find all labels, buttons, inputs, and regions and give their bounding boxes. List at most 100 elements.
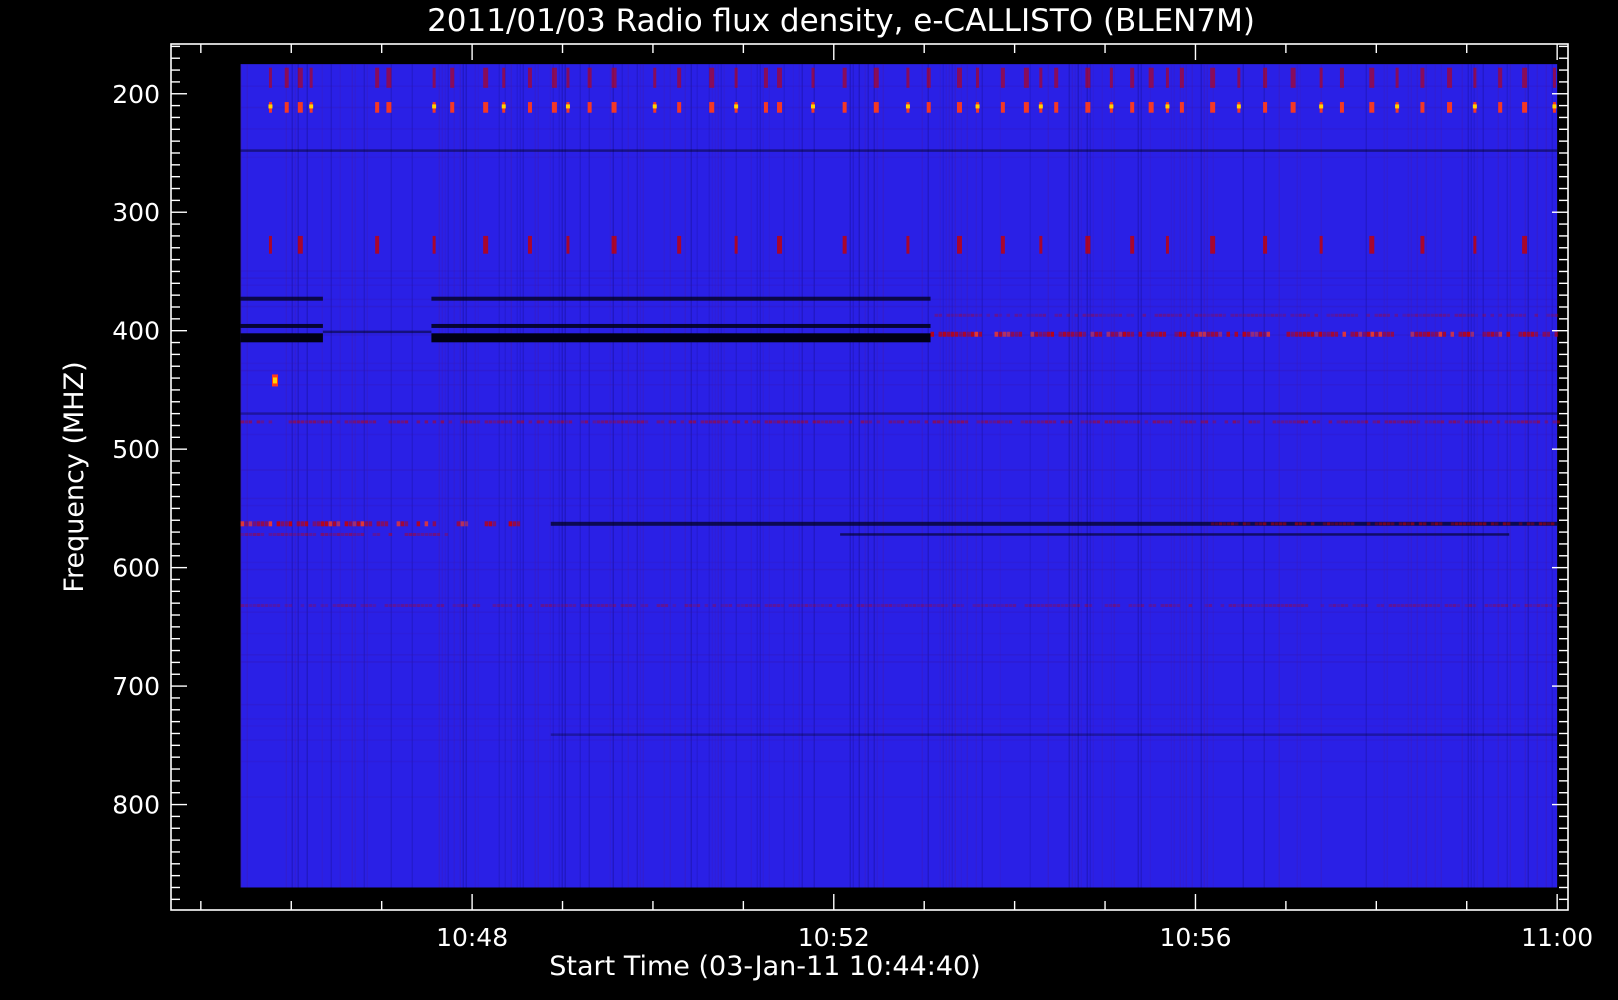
emission-segment: [1292, 420, 1297, 424]
emission-segment: [1014, 331, 1019, 337]
emission-segment: [328, 420, 333, 424]
emission-segment: [1316, 420, 1321, 424]
emission-segment: [396, 420, 401, 424]
y-tick-label: 200: [112, 80, 160, 109]
emission-segment: [1114, 331, 1119, 337]
emission-segment: [1278, 313, 1283, 317]
emission-segment: [796, 604, 801, 608]
emission-segment: [312, 420, 317, 424]
emission-segment: [1450, 522, 1455, 526]
emission-segment: [1214, 313, 1219, 317]
emission-segment: [1174, 313, 1179, 317]
emission-segment: [1436, 420, 1441, 424]
emission-segment: [1524, 604, 1529, 608]
emission-segment: [1154, 313, 1159, 317]
emission-segment: [444, 532, 449, 536]
emission-segment: [552, 420, 557, 424]
burst-mark: [268, 67, 272, 88]
burst-mark: [1023, 67, 1029, 88]
emission-segment: [584, 604, 589, 608]
emission-segment: [680, 420, 685, 424]
texture-streak: [477, 64, 479, 888]
emission-segment: [940, 604, 945, 608]
emission-segment: [1390, 331, 1395, 337]
emission-segment: [592, 604, 597, 608]
burst-mark: [483, 102, 489, 113]
emission-segment: [1034, 313, 1039, 317]
emission-segment: [308, 420, 313, 424]
emission-segment: [1536, 604, 1541, 608]
texture-streak: [696, 64, 698, 888]
burst-peak: [975, 104, 980, 109]
emission-segment: [296, 420, 301, 424]
texture-streak: [498, 64, 500, 888]
emission-segment: [1302, 522, 1307, 526]
emission-segment: [560, 420, 565, 424]
emission-segment: [1302, 313, 1307, 317]
texture-streak: [438, 64, 440, 888]
texture-streak: [1263, 64, 1265, 888]
emission-segment: [1496, 420, 1501, 424]
emission-segment: [1320, 604, 1325, 608]
texture-streak: [516, 64, 518, 888]
emission-segment: [1496, 604, 1501, 608]
emission-segment: [496, 420, 501, 424]
emission-segment: [1402, 313, 1407, 317]
texture-streak: [759, 64, 761, 888]
emission-segment: [892, 604, 897, 608]
emission-segment: [1288, 604, 1293, 608]
texture-streak: [636, 64, 638, 888]
emission-segment: [1434, 313, 1439, 317]
emission-segment: [356, 521, 361, 527]
emission-segment: [1258, 313, 1263, 317]
emission-segment: [1048, 604, 1053, 608]
texture-streak: [363, 64, 365, 888]
dark-band: [240, 323, 323, 328]
texture-row: [240, 384, 1558, 386]
emission-segment: [1172, 604, 1177, 608]
burst-mark: [502, 67, 506, 88]
texture-streak: [246, 64, 248, 888]
emission-segment: [268, 521, 273, 527]
emission-segment: [856, 604, 861, 608]
emission-segment: [308, 604, 313, 608]
burst-mark: [1148, 102, 1154, 113]
emission-segment: [324, 604, 329, 608]
burst-mark: [1263, 235, 1268, 254]
emission-segment: [1286, 331, 1291, 337]
emission-segment: [1500, 604, 1505, 608]
emission-segment: [1136, 604, 1141, 608]
burst-mark: [926, 67, 931, 88]
emission-segment: [1362, 331, 1367, 337]
emission-segment: [500, 604, 505, 608]
emission-segment: [560, 604, 565, 608]
emission-segment: [1440, 420, 1445, 424]
emission-segment: [966, 331, 971, 337]
burst-peak: [1472, 104, 1477, 109]
emission-segment: [1040, 420, 1045, 424]
emission-segment: [1272, 604, 1277, 608]
emission-segment: [1054, 313, 1059, 317]
texture-streak: [1383, 64, 1385, 888]
emission-segment: [1274, 313, 1279, 317]
texture-streak: [285, 64, 287, 888]
emission-segment: [1482, 522, 1487, 526]
emission-segment: [1336, 420, 1341, 424]
emission-segment: [600, 604, 605, 608]
emission-segment: [364, 604, 369, 608]
emission-segment: [1018, 331, 1023, 337]
texture-streak: [711, 64, 713, 888]
emission-segment: [284, 532, 289, 536]
emission-segment: [954, 331, 959, 337]
emission-segment: [1120, 420, 1125, 424]
emission-segment: [1220, 604, 1225, 608]
emission-segment: [796, 420, 801, 424]
emission-segment: [864, 420, 869, 424]
texture-streak: [639, 64, 641, 888]
emission-segment: [352, 420, 357, 424]
emission-segment: [344, 420, 349, 424]
emission-segment: [836, 604, 841, 608]
emission-segment: [1184, 420, 1189, 424]
emission-segment: [1158, 331, 1163, 337]
emission-segment: [1006, 331, 1011, 337]
